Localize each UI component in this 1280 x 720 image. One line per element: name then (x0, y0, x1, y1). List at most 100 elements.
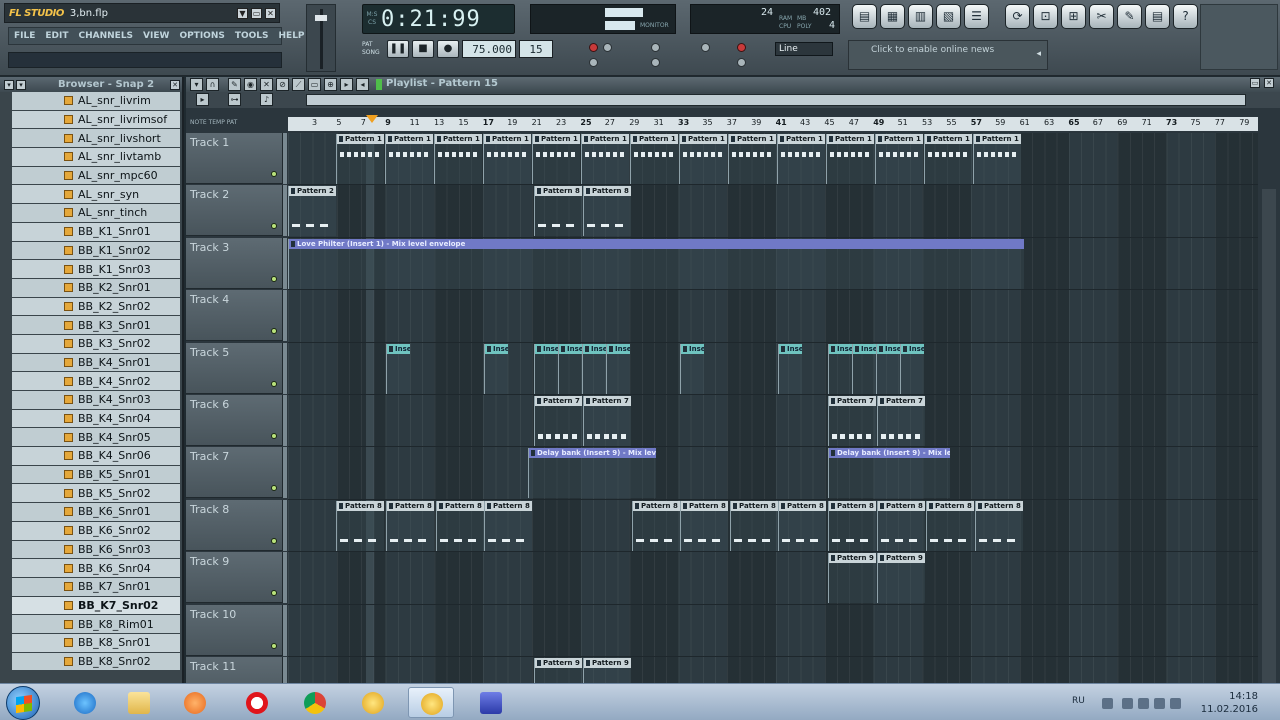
playlist-clip[interactable]: Pattern 1 (483, 134, 531, 184)
playlist-clip[interactable]: Pattern 1 (875, 134, 923, 184)
browser-list-item[interactable]: BB_K5_Snr02 (12, 484, 180, 504)
playlist-grid[interactable]: Pattern 1 Pattern 1 Pattern 1 Pattern 1 Patt… (288, 133, 1258, 710)
track-header[interactable]: Track 1 (186, 133, 287, 184)
playlist-clip[interactable]: Insert... (680, 343, 704, 394)
taskbar-fl-studio-1[interactable] (350, 687, 396, 718)
playlist-clip[interactable]: Pattern 7 (877, 396, 925, 446)
playlist-clip[interactable]: Pattern 1 (777, 134, 825, 184)
browser-list-item[interactable]: BB_K6_Snr01 (12, 503, 180, 522)
track-mute-led[interactable] (271, 433, 277, 439)
playlist-clip[interactable]: Pattern 8 (877, 500, 925, 551)
playlist-clip[interactable]: Pattern 7 (534, 396, 582, 446)
browser-list-item[interactable]: BB_K3_Snr01 (12, 316, 180, 335)
browser-list-item[interactable]: AL_snr_livtamb (12, 148, 180, 167)
metronome-led[interactable] (651, 43, 660, 52)
track-mute-led[interactable] (271, 642, 277, 649)
playlist-clip[interactable]: Insert... (386, 343, 410, 394)
browser-list-item[interactable]: BB_K4_Snr03 (12, 391, 180, 410)
pat-song-switch[interactable]: PAT SONG (362, 41, 384, 57)
track-header[interactable]: Track 8 (186, 499, 287, 551)
menu-options[interactable]: OPTIONS (174, 31, 229, 41)
playlist-clip[interactable]: Insert... (876, 343, 900, 394)
playlist-clip[interactable]: Pattern 8 (975, 500, 1023, 551)
paint-icon[interactable]: ◉ (244, 78, 257, 91)
playlist-clip[interactable]: Insert... (582, 343, 606, 394)
browser-list-item[interactable]: BB_K1_Snr03 (12, 260, 180, 279)
stop-button[interactable]: ■ (412, 40, 434, 58)
taskbar-clock[interactable]: 14:18 11.02.2016 (1201, 690, 1258, 716)
playlist-clip[interactable]: Pattern 1 (581, 134, 629, 184)
taskbar-video-editor[interactable] (468, 687, 514, 718)
online-news-panel[interactable]: Click to enable online news ◂ (848, 40, 1048, 70)
track-selector[interactable] (283, 133, 287, 184)
playlist-clip[interactable]: Delay bank (Insert 9) - Mix lev... (528, 448, 656, 499)
menu-file[interactable]: FILE (9, 31, 40, 41)
track-header[interactable]: Track 9 (186, 552, 287, 604)
playlist-clip[interactable]: Pattern 2 (288, 186, 336, 237)
playlist-clip[interactable]: Insert... (606, 343, 630, 394)
slice-icon[interactable]: ⟋ (292, 78, 305, 91)
track-mute-led[interactable] (271, 171, 277, 177)
browser-list-item[interactable]: BB_K5_Snr01 (12, 465, 180, 485)
snap-icon[interactable]: ⊶ (228, 93, 241, 106)
playlist-clip[interactable]: Pattern 7 (583, 396, 631, 446)
browser-list-item[interactable]: BB_K2_Snr02 (12, 297, 180, 317)
playlist-clip[interactable]: Pattern 8 (436, 500, 484, 551)
track-header[interactable]: Track 2 (186, 185, 287, 237)
track-header[interactable]: Track 7 (186, 447, 287, 499)
taskbar-fl-studio-2[interactable] (408, 687, 454, 718)
track-selector[interactable] (283, 447, 287, 499)
language-indicator[interactable]: RU (1072, 696, 1085, 706)
browser-list-item[interactable]: BB_K6_Snr02 (12, 521, 180, 541)
browser-list-item[interactable]: BB_K4_Snr06 (12, 447, 180, 466)
browser-list-item[interactable]: BB_K3_Snr02 (12, 334, 180, 354)
playlist-clip[interactable]: Pattern 8 (484, 500, 532, 551)
tray-volume-icon[interactable] (1154, 698, 1165, 709)
playlist-clip[interactable]: Delay bank (Insert 9) - Mix lev... (828, 448, 950, 499)
browser-list-item[interactable]: BB_K4_Snr02 (12, 372, 180, 391)
playlist-close-icon[interactable]: ✕ (1264, 78, 1274, 88)
export-icon[interactable]: ⊞ (1061, 4, 1086, 29)
playlist-clip[interactable]: Love Philter (Insert 1) - Mix level enve… (288, 238, 1024, 289)
playlist-clip[interactable]: Pattern 1 (630, 134, 678, 184)
playlist-clip[interactable]: Pattern 9 (828, 553, 876, 604)
track-mute-led[interactable] (271, 380, 277, 387)
track-header[interactable]: Track 10 (186, 604, 287, 656)
taskbar-internet-explorer[interactable] (62, 687, 108, 718)
slider-knob[interactable] (315, 15, 327, 21)
play-icon[interactable]: ▸ (340, 78, 353, 91)
snap-selector[interactable]: Line (775, 42, 833, 56)
track-mute-led[interactable] (271, 590, 277, 597)
countdown-led[interactable] (737, 58, 746, 67)
mixer-icon[interactable]: ▧ (936, 4, 961, 29)
playlist-clip[interactable]: Pattern 1 (924, 134, 972, 184)
magnet-icon[interactable]: ∩ (206, 78, 219, 91)
pattern-number[interactable]: 15 (519, 40, 553, 58)
notes-icon[interactable]: ▤ (1145, 4, 1170, 29)
cut-icon[interactable]: ✂ (1089, 4, 1114, 29)
playlist-clip[interactable]: Pattern 1 (728, 134, 776, 184)
taskbar-media-player[interactable] (172, 687, 218, 718)
playhead-marker[interactable] (366, 115, 378, 123)
browser-close-icon[interactable]: ✕ (170, 79, 180, 90)
close-button[interactable]: ✕ (265, 7, 276, 19)
playlist-clip[interactable]: Pattern 1 (385, 134, 433, 184)
step-sequencer-icon[interactable]: ▦ (880, 4, 905, 29)
save-icon[interactable]: ⊡ (1033, 4, 1058, 29)
minimize-button[interactable]: ▼ (237, 7, 248, 19)
playlist-clip[interactable]: Pattern 1 (532, 134, 580, 184)
tray-arrow-icon[interactable] (1102, 698, 1113, 709)
tray-power-icon[interactable] (1170, 698, 1181, 709)
track-header[interactable]: Track 5 (186, 342, 287, 394)
track-header[interactable]: Track 4 (186, 290, 287, 342)
maximize-button[interactable]: ▭ (251, 7, 262, 19)
pattern-selector-icon[interactable]: ▸ (196, 93, 209, 106)
record-button[interactable]: ● (437, 40, 459, 58)
news-arrow-icon[interactable]: ◂ (1036, 49, 1041, 59)
track-selector[interactable] (283, 342, 287, 394)
playlist-clip[interactable]: Pattern 7 (828, 396, 876, 446)
browser-list-item[interactable]: AL_snr_livshort (12, 129, 180, 149)
browser-list-item[interactable]: BB_K1_Snr01 (12, 222, 180, 242)
playlist-clip[interactable]: Pattern 8 (534, 186, 582, 237)
playlist-clip[interactable]: Insert... (900, 343, 924, 394)
